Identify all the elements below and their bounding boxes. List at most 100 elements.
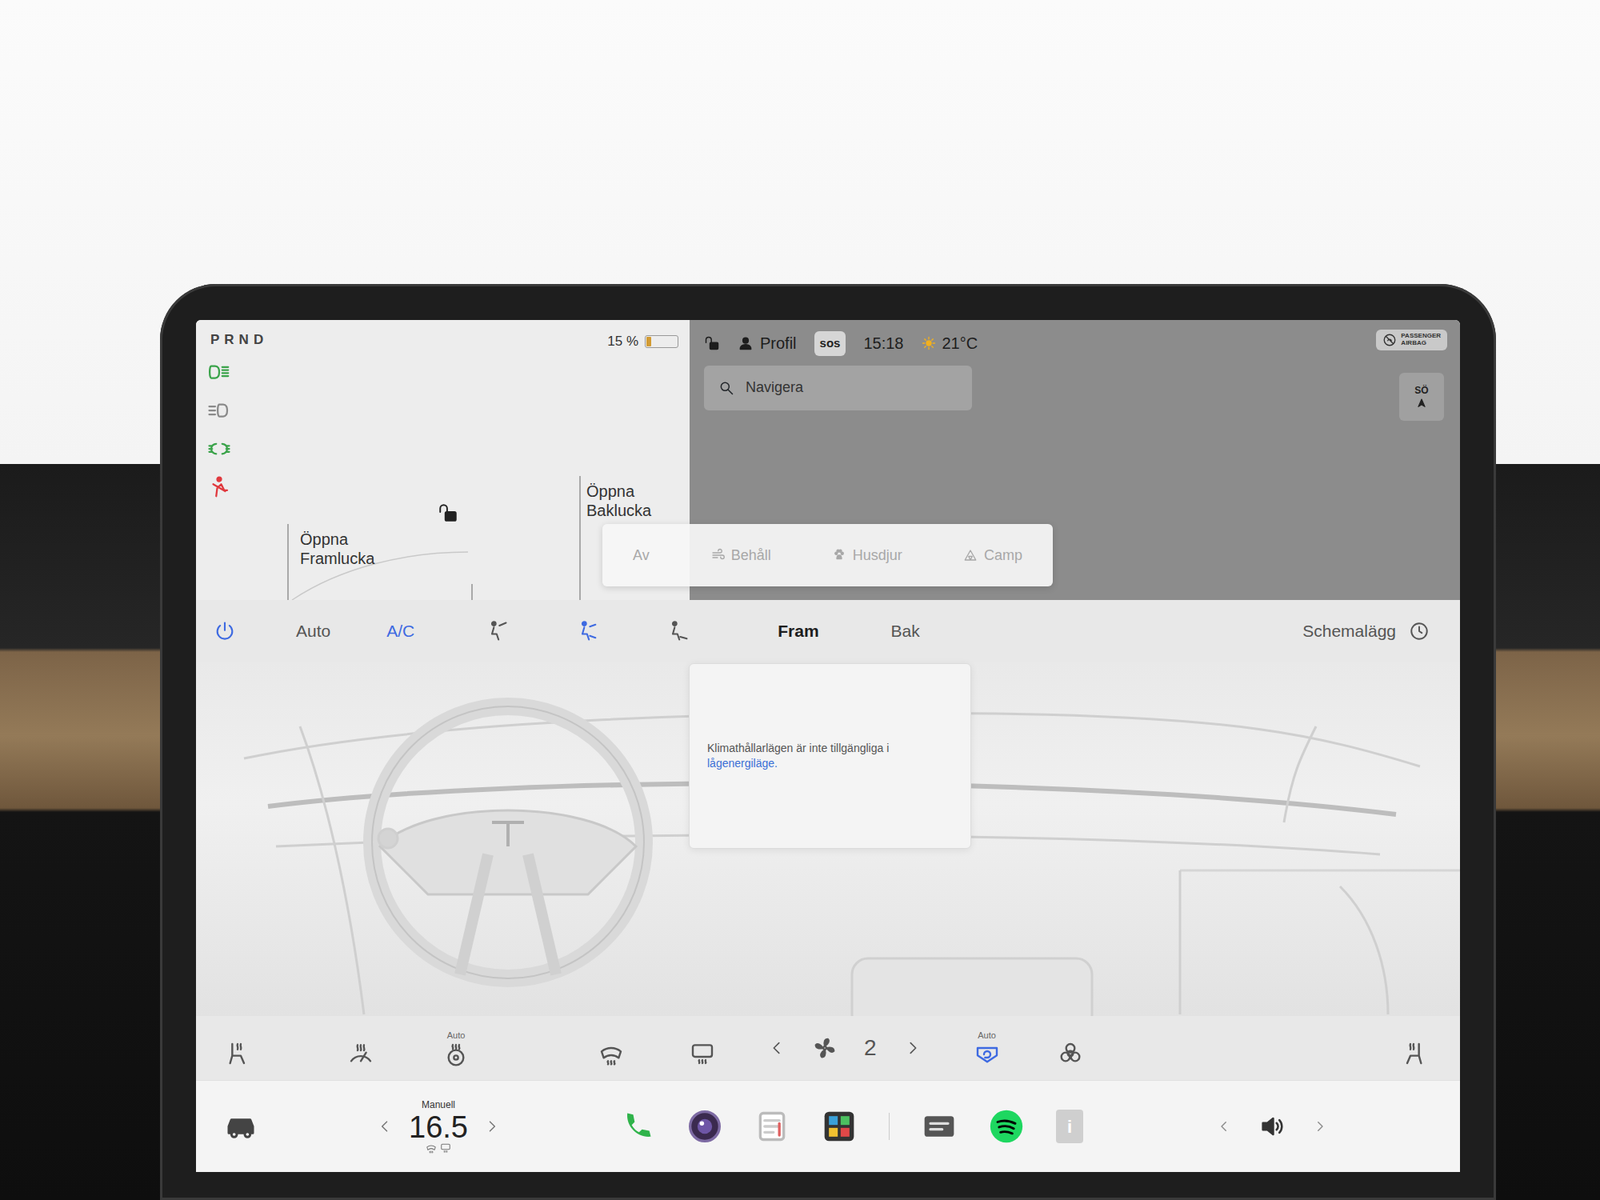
arrow-up-icon (1415, 397, 1428, 411)
open-trunk-button[interactable]: ÖppnaBaklucka (586, 481, 652, 520)
sos-button[interactable]: sos (814, 331, 847, 356)
open-frunk-button[interactable]: ÖppnaFramlucka (300, 529, 375, 568)
person-icon (737, 335, 754, 352)
low-energy-link[interactable]: lågenergiläge. (707, 756, 778, 770)
keep-mode-option[interactable]: Husdjur (832, 544, 903, 567)
control-label: Auto (447, 1028, 466, 1043)
manual-app-glyph: i (1067, 1113, 1072, 1140)
camera-icon[interactable] (687, 1108, 723, 1144)
volume-icon[interactable] (1258, 1112, 1286, 1140)
top-section: PRND 15 % ÖppnaFramlucka ÖppnaBaklucka Profi… (196, 320, 1460, 600)
search-icon (718, 380, 735, 396)
lock-open-icon[interactable] (437, 502, 459, 524)
seat-heater-left-icon (224, 1040, 251, 1067)
airbag-line: AIRBAG (1400, 340, 1441, 348)
control-label: Auto (977, 1028, 996, 1043)
airbag-line: PASSENGER (1400, 332, 1441, 340)
battery-reading: 15 % (607, 331, 639, 352)
notice-text: Klimathållarlägen är inte tillgängliga i (707, 740, 953, 756)
app-divider (888, 1112, 890, 1140)
passenger-airbag-badge: PASSENGERAIRBAG (1376, 329, 1448, 351)
chevron-right-icon[interactable] (904, 1039, 922, 1057)
steering-heater-button[interactable]: Auto (438, 1028, 474, 1068)
defrost-front-icon (598, 1040, 624, 1067)
chevron-left-icon[interactable] (1216, 1119, 1232, 1134)
chevron-right-icon[interactable] (484, 1118, 500, 1135)
auto-high-beam-icon[interactable] (207, 398, 232, 423)
taskbar: Manuell16.5 i (196, 1080, 1460, 1172)
app-launcher: i (620, 1108, 1084, 1144)
defrost-front-button[interactable] (593, 1029, 629, 1067)
keep-mode-option[interactable]: Camp (963, 544, 1023, 567)
volume-control (1216, 1112, 1328, 1140)
defrost-front-icon (425, 1142, 437, 1154)
phone-icon[interactable] (620, 1108, 656, 1144)
battery: 15 % (607, 331, 679, 352)
navigate-search[interactable] (704, 365, 972, 411)
bioweapon-icon (1057, 1040, 1084, 1067)
climate-zone-tab[interactable]: Bak (891, 618, 920, 644)
power-icon[interactable] (213, 620, 236, 643)
schedule-button[interactable]: Schemalägg (1302, 618, 1430, 644)
climate-panel: Auto A/C Fram Bak Schemalägg Klimathållarläge… (196, 600, 1460, 1080)
compass-heading: SÖ (1414, 383, 1428, 398)
car-lock[interactable] (437, 502, 459, 524)
airflow-mode-icon[interactable] (576, 620, 600, 643)
wiper-heater-button[interactable] (343, 1029, 379, 1067)
schedule-label: Schemalägg (1302, 618, 1396, 644)
climate-header: Auto A/C Fram Bak Schemalägg (196, 600, 1460, 663)
fan-keep-icon (710, 548, 725, 563)
driver-temperature: Manuell16.5 (376, 1100, 500, 1154)
dog-icon (832, 548, 847, 563)
seat-heater-right-icon (1400, 1040, 1427, 1067)
ac-button[interactable]: A/C (386, 618, 415, 644)
manual-app-button[interactable]: i (1056, 1109, 1084, 1144)
trunk-label-line: Öppna (586, 481, 652, 501)
airbag-text: PASSENGERAIRBAG (1400, 332, 1441, 348)
airflow-mode-icon[interactable] (486, 620, 509, 643)
airflow-mode-icon[interactable] (667, 620, 690, 643)
seat-heater-right-button[interactable] (1396, 1029, 1432, 1067)
defrost-indicators (425, 1142, 452, 1154)
keep-mode-option[interactable]: Behåll (710, 544, 772, 567)
gear-selector[interactable]: PRND (210, 329, 268, 351)
chevron-right-icon[interactable] (1312, 1119, 1328, 1134)
defrost-rear-button[interactable] (684, 1029, 720, 1067)
lock-open-icon[interactable] (704, 335, 720, 352)
battery-track (644, 335, 679, 348)
compass-button[interactable]: SÖ (1399, 372, 1444, 421)
chevron-left-icon[interactable] (768, 1039, 786, 1057)
trunk-label-line: Baklucka (586, 500, 652, 520)
climate-controls: Auto2Auto (196, 1016, 1460, 1080)
profile-button[interactable]: Profil (737, 331, 797, 356)
profile-label: Profil (760, 331, 797, 356)
clock-icon (1408, 620, 1430, 642)
recirculation-icon (974, 1041, 1000, 1068)
seat-heater-left-button[interactable] (220, 1029, 256, 1067)
calendar-icon[interactable] (754, 1108, 790, 1144)
keep-mode-option[interactable]: Av (632, 544, 650, 567)
recirculation-button[interactable]: Auto (969, 1028, 1005, 1068)
climate-zone-tab[interactable]: Fram (777, 618, 819, 644)
spotify-icon[interactable] (988, 1108, 1024, 1144)
parking-lights-icon[interactable] (207, 436, 232, 461)
status-bar: Profilsos15:1821°C (704, 331, 1446, 356)
bioweapon-button[interactable] (1052, 1029, 1088, 1067)
weather: 21°C (921, 331, 979, 356)
low-power-notice: Klimathållarlägen är inte tillgängliga i… (688, 663, 972, 849)
car-icon[interactable] (224, 1110, 257, 1143)
auto-button[interactable]: Auto (296, 618, 331, 644)
seatbelt-icon[interactable] (207, 475, 232, 500)
chevron-left-icon[interactable] (376, 1118, 393, 1135)
headlights-icon[interactable] (207, 360, 232, 384)
keep-mode-label: Camp (984, 544, 1023, 567)
search-input[interactable] (744, 376, 958, 400)
dashcam-icon[interactable] (921, 1108, 957, 1144)
temperature-display[interactable]: Manuell16.5 (408, 1100, 468, 1154)
toybox-icon[interactable] (821, 1108, 857, 1144)
sun-icon (921, 336, 936, 351)
keep-mode-label: Behåll (731, 544, 772, 567)
keep-climate-menu: Av Behåll Husdjur Camp (602, 524, 1053, 587)
screen-bezel: PRND 15 % ÖppnaFramlucka ÖppnaBaklucka Profi… (160, 284, 1496, 1200)
battery-fill (646, 336, 652, 347)
